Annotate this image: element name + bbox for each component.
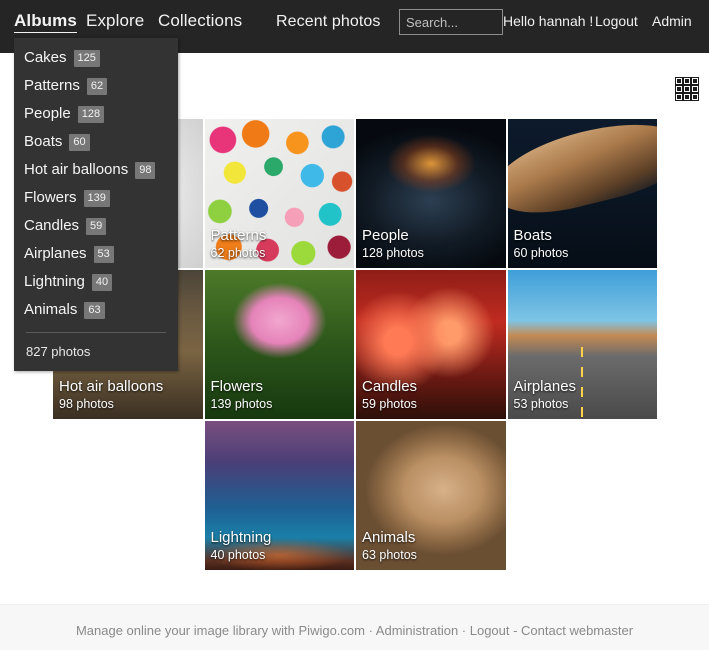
dropdown-item-cakes[interactable]: Cakes 125 [14,44,178,72]
user-greeting: Hello hannah ! [503,13,593,29]
logout-link[interactable]: Logout [595,13,638,29]
site-footer: Manage online your image library with Pi… [0,604,709,650]
dropdown-item-count: 62 [87,78,107,95]
dropdown-item-label: Candles [24,217,79,235]
album-card-patterns[interactable]: Patterns 62 photos [205,119,355,268]
grid-cell [684,94,690,100]
album-thumbnail-image [508,119,658,268]
grid-view-icon[interactable] [676,78,698,100]
dropdown-item-label: Airplanes [24,245,87,263]
album-thumbnail-image [356,421,506,570]
dropdown-item-label: Lightning [24,273,85,291]
album-card-people[interactable]: People 128 photos [356,119,506,268]
nav-item-collections[interactable]: Collections [158,11,242,31]
dropdown-total-photos: 827 photos [14,333,178,359]
album-card-airplanes[interactable]: Airplanes 53 photos [508,270,658,419]
nav-item-recent-photos[interactable]: Recent photos [276,12,380,32]
album-thumbnail-image [205,270,355,419]
dropdown-item-people[interactable]: People 128 [14,100,178,128]
grid-cell [684,86,690,92]
dropdown-item-boats[interactable]: Boats 60 [14,128,178,156]
nav-item-albums[interactable]: Albums [14,11,77,33]
footer-text[interactable]: Manage online your image library with Pi… [0,623,709,639]
dropdown-item-airplanes[interactable]: Airplanes 53 [14,240,178,268]
albums-dropdown-menu[interactable]: Cakes 125 Patterns 62 People 128 Boats 6… [14,38,178,371]
grid-cell [692,94,698,100]
dropdown-item-flowers[interactable]: Flowers 139 [14,184,178,212]
dropdown-item-candles[interactable]: Candles 59 [14,212,178,240]
dropdown-item-count: 63 [84,302,104,319]
dropdown-item-lightning[interactable]: Lightning 40 [14,268,178,296]
album-card-candles[interactable]: Candles 59 photos [356,270,506,419]
grid-cell [676,86,682,92]
dropdown-item-count: 128 [78,106,104,123]
album-card-boats[interactable]: Boats 60 photos [508,119,658,268]
album-row: Lightning 40 photos Animals 63 photos [53,421,657,570]
dropdown-item-count: 98 [135,162,155,179]
album-thumbnail-image [205,119,355,268]
dropdown-item-label: Hot air balloons [24,161,128,179]
dropdown-item-count: 60 [69,134,89,151]
admin-link[interactable]: Admin [652,13,692,29]
dropdown-item-label: Animals [24,301,77,319]
nav-item-explore[interactable]: Explore [86,11,144,31]
album-card-animals[interactable]: Animals 63 photos [356,421,506,570]
dropdown-item-count: 125 [74,50,100,67]
album-card-flowers[interactable]: Flowers 139 photos [205,270,355,419]
dropdown-item-count: 53 [94,246,114,263]
album-thumbnail-image [356,119,506,268]
grid-cell [676,94,682,100]
search-input[interactable] [399,9,503,35]
grid-cell [684,78,690,84]
album-thumbnail-image [205,421,355,570]
dropdown-item-label: Patterns [24,77,80,95]
album-thumbnail-image [508,270,658,419]
grid-cell [676,78,682,84]
dropdown-item-count: 59 [86,218,106,235]
dropdown-item-animals[interactable]: Animals 63 [14,296,178,324]
dropdown-item-count: 40 [92,274,112,291]
dropdown-item-hot-air-balloons[interactable]: Hot air balloons 98 [14,156,178,184]
dropdown-item-label: People [24,105,71,123]
album-card-lightning[interactable]: Lightning 40 photos [205,421,355,570]
dropdown-item-patterns[interactable]: Patterns 62 [14,72,178,100]
dropdown-item-label: Cakes [24,49,67,67]
dropdown-item-count: 139 [84,190,110,207]
grid-cell [692,86,698,92]
dropdown-item-label: Boats [24,133,62,151]
dropdown-item-label: Flowers [24,189,77,207]
grid-cell [692,78,698,84]
album-thumbnail-image [356,270,506,419]
